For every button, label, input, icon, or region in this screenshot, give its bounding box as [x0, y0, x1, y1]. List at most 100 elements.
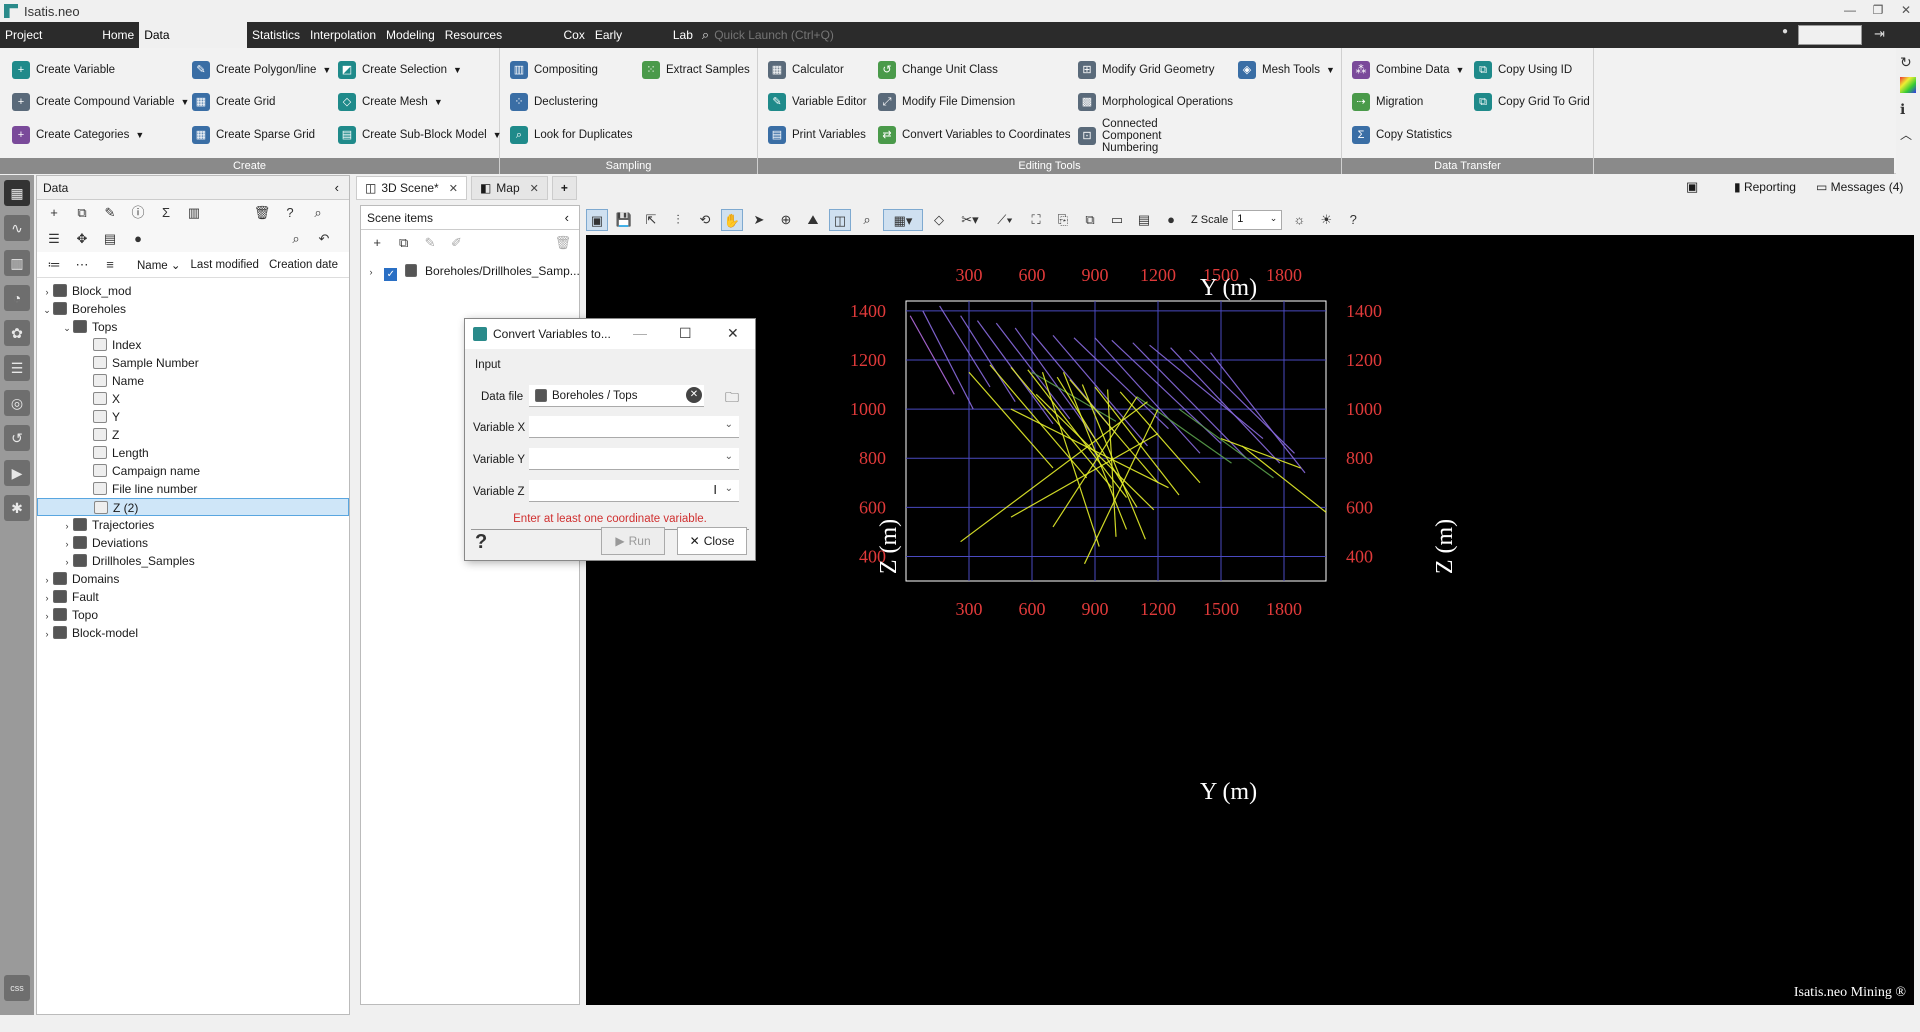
- list-view-icon[interactable]: ☰: [43, 228, 65, 250]
- globe-icon[interactable]: ●: [1160, 209, 1182, 231]
- new-tab-button[interactable]: +: [551, 176, 577, 200]
- history-icon[interactable]: ↺: [4, 425, 30, 451]
- save-icon[interactable]: 💾: [613, 209, 635, 231]
- tree-item[interactable]: Campaign name: [37, 462, 349, 480]
- refresh-icon[interactable]: ↻: [1900, 54, 1916, 71]
- extract-samples-button[interactable]: ⁙ Extract Samples: [642, 58, 750, 82]
- menu-lab[interactable]: Lab: [668, 22, 698, 48]
- crosshair-icon[interactable]: ⊕: [775, 209, 797, 231]
- close-tab-icon[interactable]: ✕: [449, 182, 458, 195]
- add-file-icon[interactable]: ⧉: [71, 202, 93, 224]
- tree-item[interactable]: › Domains: [37, 570, 349, 588]
- expand-icon[interactable]: ›: [41, 571, 53, 589]
- play-icon[interactable]: ▶: [4, 460, 30, 486]
- declustering-button[interactable]: ⁘ Declustering: [510, 90, 598, 114]
- scene-item[interactable]: › ✓ Boreholes/Drillholes_Samp...: [361, 262, 580, 281]
- chat-icon[interactable]: ▣: [1686, 179, 1698, 195]
- messages-button[interactable]: ▭ Messages (4): [1816, 180, 1903, 194]
- layers-icon[interactable]: ⧉: [1079, 209, 1101, 231]
- light-icon[interactable]: ☼: [1288, 209, 1310, 231]
- add-layer-icon[interactable]: ⧉: [393, 232, 413, 254]
- expand-icon[interactable]: ›: [61, 517, 73, 535]
- column-name[interactable]: Name ⌄: [137, 258, 181, 272]
- variable-editor-button[interactable]: ✎ Variable Editor: [768, 90, 867, 114]
- copy-using-id-button[interactable]: ⧉ Copy Using ID: [1474, 58, 1572, 82]
- add-icon[interactable]: +: [43, 202, 65, 224]
- modify-file-dimension-button[interactable]: ⤢ Modify File Dimension: [878, 90, 1015, 114]
- tree-item[interactable]: › Topo: [37, 606, 349, 624]
- menu-project-manager[interactable]: Project Manager: [0, 22, 97, 68]
- tab-3d-scene[interactable]: ◫ 3D Scene* ✕: [356, 176, 467, 200]
- profile-combo[interactable]: [1798, 25, 1862, 45]
- palette-icon[interactable]: [1900, 77, 1916, 93]
- undo-icon[interactable]: ↶: [313, 228, 335, 250]
- bug-icon[interactable]: ✱: [4, 495, 30, 521]
- statistics-icon[interactable]: ▥: [183, 202, 205, 224]
- copy-statistics-button[interactable]: Σ Copy Statistics: [1352, 123, 1452, 147]
- zscale-combo[interactable]: 1 ⌄: [1232, 210, 1283, 230]
- expand-icon[interactable]: ›: [41, 283, 53, 301]
- fullscreen-icon[interactable]: ⛶: [1025, 209, 1047, 231]
- filter-icon[interactable]: ≡: [99, 254, 121, 276]
- snapshot-icon[interactable]: ⎘: [1052, 209, 1074, 231]
- cube-icon[interactable]: ◫: [829, 209, 851, 231]
- convert-variables-button[interactable]: ⇄ Convert Variables to Coordinates: [878, 123, 1071, 147]
- record-icon[interactable]: ●: [127, 228, 149, 250]
- tree-item[interactable]: Name: [37, 372, 349, 390]
- data-file-field[interactable]: Boreholes / Tops ✕: [529, 385, 704, 407]
- copy-grid-to-grid-button[interactable]: ⧉ Copy Grid To Grid: [1474, 90, 1590, 114]
- menu-data-management[interactable]: Data Management: [139, 22, 247, 68]
- tree-item[interactable]: Y: [37, 408, 349, 426]
- grid-toggle-icon[interactable]: ▦▾: [883, 209, 923, 231]
- tree-item[interactable]: File line number: [37, 480, 349, 498]
- close-tab-icon[interactable]: ✕: [530, 182, 539, 195]
- window-icon[interactable]: ▣: [586, 209, 608, 231]
- info-icon[interactable]: ℹ: [1900, 101, 1916, 118]
- expand-icon[interactable]: ›: [365, 263, 377, 281]
- tree-item[interactable]: Z (2): [37, 498, 349, 516]
- delete-icon[interactable]: 🗑: [553, 232, 573, 254]
- help-icon[interactable]: ?: [279, 202, 301, 224]
- tree-item[interactable]: ⌄ Tops: [37, 318, 349, 336]
- quick-launch-input[interactable]: [714, 28, 1115, 42]
- menu-early-access[interactable]: Early Access: [590, 22, 668, 68]
- info-icon[interactable]: ⓘ: [127, 202, 149, 224]
- close-window-icon[interactable]: ✕: [1892, 3, 1920, 17]
- pan-hand-icon[interactable]: ✋: [721, 209, 743, 231]
- export-icon[interactable]: ⇱: [640, 209, 662, 231]
- delete-icon[interactable]: 🗑: [251, 202, 273, 224]
- tree-item[interactable]: ⌄ Boreholes: [37, 300, 349, 318]
- create-variable-button[interactable]: + Create Variable: [12, 58, 115, 82]
- expand-icon[interactable]: ›: [41, 607, 53, 625]
- search-icon[interactable]: ⌕: [285, 228, 307, 250]
- collapse-panel-icon[interactable]: ‹: [335, 180, 339, 195]
- menu-cox[interactable]: Cox: [559, 22, 590, 48]
- maximize-icon[interactable]: ☐: [679, 325, 692, 342]
- pointer-icon[interactable]: ➤: [748, 209, 770, 231]
- mesh-tools-button[interactable]: ◈ Mesh Tools ▼: [1238, 58, 1335, 82]
- create-categories-button[interactable]: + Create Categories ▼: [12, 123, 144, 147]
- tree-item[interactable]: Index: [37, 336, 349, 354]
- palette-tool-icon[interactable]: ✿: [4, 320, 30, 346]
- create-polygon-button[interactable]: ✎ Create Polygon/line ▼: [192, 58, 331, 82]
- add-item-icon[interactable]: +: [367, 232, 387, 254]
- box-icon[interactable]: ◇: [928, 209, 950, 231]
- list-icon[interactable]: ☰: [4, 355, 30, 381]
- section-icon[interactable]: ⟋▾: [990, 209, 1020, 231]
- combine-data-button[interactable]: ⁂ Combine Data ▼: [1352, 58, 1464, 82]
- pencil-icon[interactable]: ✎: [420, 232, 440, 254]
- help-icon[interactable]: ?: [1342, 209, 1364, 231]
- expand-icon[interactable]: ›: [61, 535, 73, 553]
- menu-interpolation[interactable]: Interpolation: [305, 22, 381, 48]
- create-compound-variable-button[interactable]: + Create Compound Variable ▼: [12, 90, 189, 114]
- data-explorer-icon[interactable]: ▦: [4, 180, 30, 206]
- tree-item[interactable]: Length: [37, 444, 349, 462]
- look-for-duplicates-button[interactable]: ⌕ Look for Duplicates: [510, 123, 632, 147]
- reporting-button[interactable]: ▮ Reporting: [1734, 180, 1796, 194]
- find-icon[interactable]: ⌕: [307, 202, 329, 224]
- expand-icon[interactable]: ›: [41, 625, 53, 643]
- restore-icon[interactable]: ❐: [1864, 3, 1892, 17]
- collapse-all-icon[interactable]: ≔: [43, 254, 65, 276]
- target-icon[interactable]: ◎: [4, 390, 30, 416]
- calculator-button[interactable]: ▦ Calculator: [768, 58, 844, 82]
